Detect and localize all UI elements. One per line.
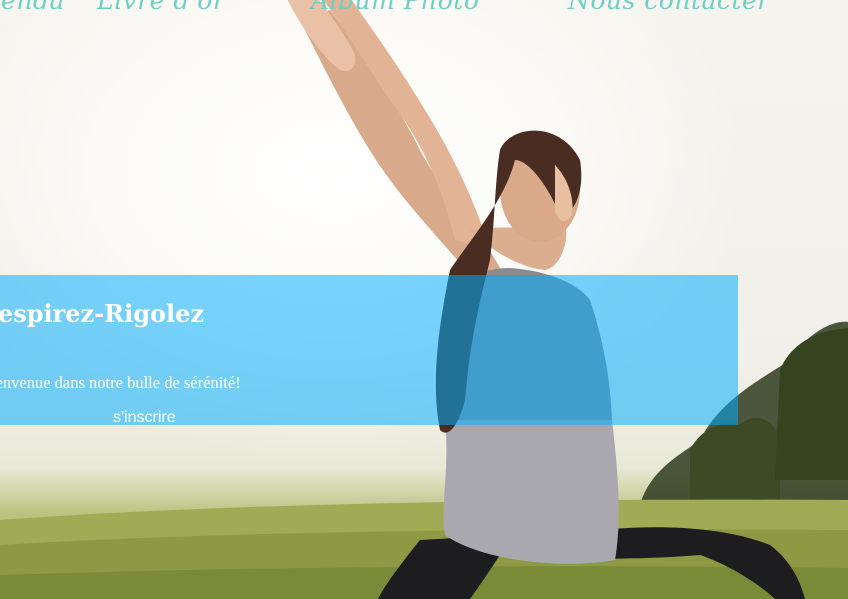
nav-item-nous-contacter[interactable]: Nous contacter [568, 0, 770, 15]
nav-item-agenda[interactable]: Agenda [0, 0, 65, 15]
main-navigation: Agenda Livre d'or Album Photo Nous conta… [0, 0, 848, 20]
nav-item-album-photo[interactable]: Album Photo [311, 0, 479, 15]
banner-title: Respirez-Rigolez [0, 299, 204, 328]
hero-background: Agenda Livre d'or Album Photo Nous conta… [0, 0, 848, 599]
nav-item-livre-dor[interactable]: Livre d'or [97, 0, 225, 15]
banner-subtitle: Bienvenue dans notre bulle de sérénité! [0, 373, 241, 392]
signup-link[interactable]: s'inscrire [113, 409, 176, 427]
welcome-banner: Respirez-Rigolez Bienvenue dans notre bu… [0, 275, 738, 427]
